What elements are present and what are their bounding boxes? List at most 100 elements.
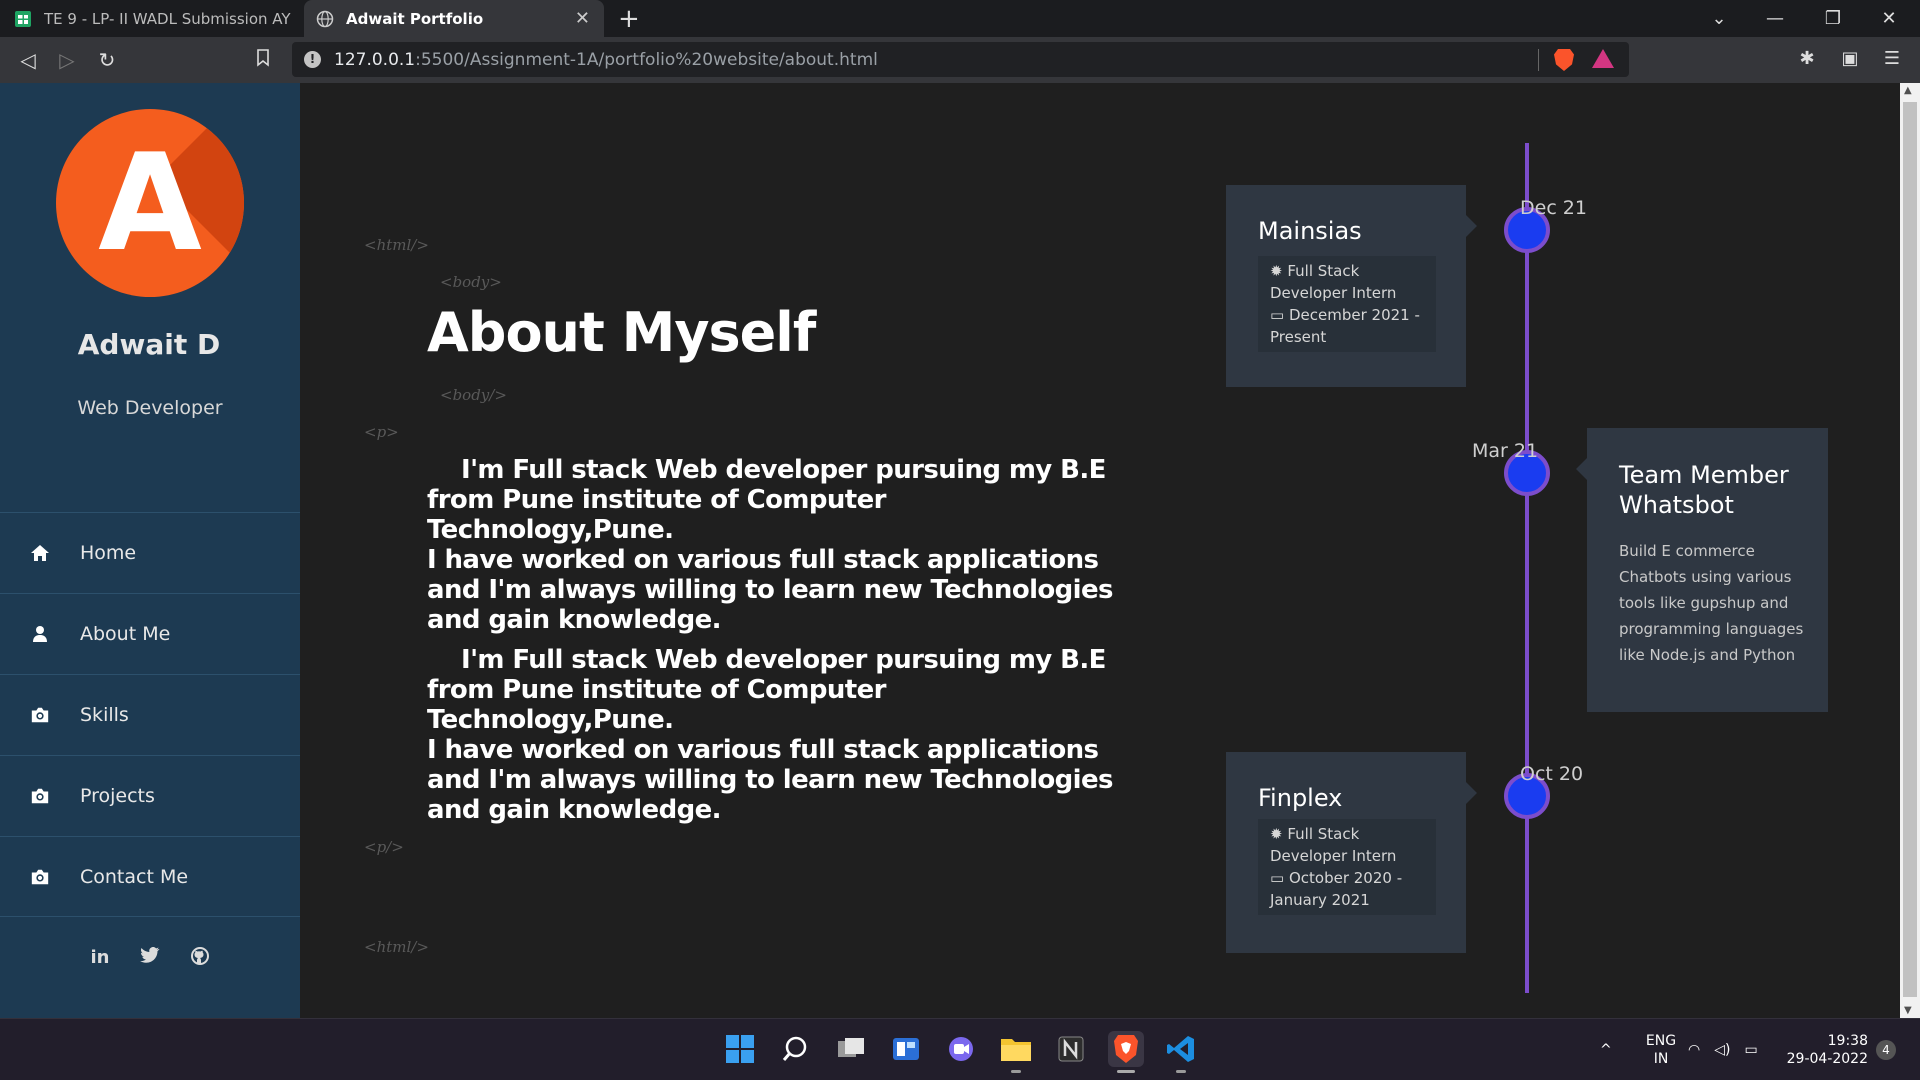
system-tray-icons[interactable]: ◠ ◁) ▭ [1688,1019,1758,1080]
reload-icon[interactable]: ↻ [94,47,120,73]
tab-close-icon[interactable]: ✕ [575,8,590,29]
search-icon[interactable] [777,1031,813,1067]
camera-icon [30,705,50,725]
job-period: October 2020 - January 2021 [1270,869,1403,909]
camera-icon [30,786,50,806]
paragraph-line: I have worked on various full stack appl… [427,735,1113,825]
battery-icon: ▭ [1744,1042,1758,1058]
sidebar-item-label: Skills [80,704,129,726]
job-role: Full Stack Developer Intern [1270,825,1397,865]
omnibox-divider [1538,49,1539,71]
sidebar: A Adwait D Web Developer Home About Me S… [0,83,300,1018]
brave-browser-icon[interactable] [1108,1031,1144,1073]
tab-label: Adwait Portfolio [346,9,484,28]
job-role: Full Stack Developer Intern [1270,262,1397,302]
notification-badge[interactable]: 4 [1876,1019,1896,1080]
close-window-icon[interactable]: ✕ [1866,0,1912,37]
sidebar-item-home[interactable]: Home [0,512,300,593]
html-close-tag: <html/> [364,938,429,956]
browser-toolbar: ◁ ▷ ↻ ! 127.0.0.1:5500/Assignment-1A/por… [0,37,1920,83]
sidebar-item-label: Contact Me [80,865,189,888]
task-view-icon[interactable] [833,1031,869,1067]
google-sheets-icon [15,10,31,27]
wallet-icon[interactable]: ▣ [1838,47,1862,71]
sidebar-item-label: About Me [80,623,171,645]
tab-sheets[interactable]: TE 9 - LP- II WADL Submission AY 21-2 [0,0,304,37]
social-links: in [0,947,300,970]
profile-role: Web Developer [77,397,223,419]
scrollbar-thumb[interactable] [1903,102,1917,997]
job-period: December 2021 - Present [1270,306,1420,346]
extensions-icon[interactable]: ✱ [1795,47,1819,71]
clock-date: 29-04-2022 [1786,1051,1868,1067]
brave-rewards-icon[interactable] [1592,49,1614,68]
gear-icon: ✹ [1270,262,1283,280]
timeline-card-title: Finplex [1258,784,1343,812]
widgets-icon[interactable] [888,1031,924,1067]
paragraph-line: I'm Full stack Web developer pursuing my… [427,645,1106,735]
clock-time: 19:38 [1827,1033,1868,1049]
timeline-card: Mainsias ✹ Full Stack Developer Intern ▭… [1226,185,1477,387]
sidebar-item-about-me[interactable]: About Me [0,593,300,674]
home-icon [30,543,50,563]
page-scrollbar[interactable]: ▲ ▼ [1900,83,1920,1018]
brave-shield-icon[interactable] [1554,49,1574,71]
timeline-line [1525,143,1529,993]
user-icon [30,624,50,644]
logo-avatar: A [56,109,244,297]
forward-icon[interactable]: ▷ [54,47,80,73]
tab-label: TE 9 - LP- II WADL Submission AY 21-2 [44,9,294,28]
menu-icon[interactable]: ☰ [1880,47,1904,71]
sidebar-item-label: Projects [80,785,155,807]
file-explorer-icon[interactable] [998,1031,1034,1073]
tray-overflow-icon[interactable]: ^ [1600,1019,1612,1080]
timeline-date: Dec 21 [1520,197,1587,219]
paragraph-line: I'm Full stack Web developer pursuing my… [427,455,1106,545]
twitter-icon[interactable] [139,947,161,970]
scroll-down-icon[interactable]: ▼ [1904,1005,1912,1016]
sidebar-item-contact-me[interactable]: Contact Me [0,836,300,917]
url-text[interactable]: 127.0.0.1:5500/Assignment-1A/portfolio%2… [334,50,878,70]
minimize-icon[interactable]: — [1752,0,1798,37]
gear-icon: ✹ [1270,825,1283,843]
address-bar[interactable]: ! 127.0.0.1:5500/Assignment-1A/portfolio… [292,42,1629,77]
notion-icon[interactable] [1053,1031,1089,1067]
vscode-icon[interactable] [1163,1031,1199,1073]
teams-chat-icon[interactable] [943,1031,979,1067]
profile-name: Adwait D [77,328,221,361]
bookmark-icon[interactable] [250,47,276,73]
body-open-tag: <body> [440,273,502,291]
about-paragraph: I'm Full stack Web developer pursuing my… [427,645,1127,825]
camera-icon [30,867,50,887]
p-close-tag: <p/> [364,838,404,856]
new-tab-icon[interactable]: + [618,4,640,34]
region-code: IN [1653,1051,1669,1067]
globe-icon [316,10,334,27]
windows-start-icon[interactable] [722,1031,758,1067]
github-icon[interactable] [189,947,211,970]
calendar-icon: ▭ [1270,306,1285,324]
language-indicator[interactable]: ENG IN [1636,1019,1686,1080]
timeline-card-text: Build E commerce Chatbots using various … [1619,542,1804,664]
language-code: ENG [1645,1033,1677,1049]
tab-adwait-portfolio[interactable]: Adwait Portfolio ✕ [304,0,604,37]
tab-search-chevron-icon[interactable]: ⌄ [1696,0,1742,37]
site-info-icon[interactable]: ! [304,51,321,68]
back-icon[interactable]: ◁ [15,47,41,73]
wifi-icon: ◠ [1688,1042,1701,1058]
restore-icon[interactable]: ❐ [1810,0,1856,37]
timeline-date: Mar 21 [1472,440,1539,462]
logo-letter: A [98,125,202,281]
page-title: About Myself [427,301,816,364]
calendar-icon: ▭ [1270,869,1285,887]
timeline-card-details: ✹ Full Stack Developer Intern ▭ December… [1258,256,1436,352]
volume-icon: ◁) [1714,1042,1731,1058]
timeline-card: Finplex ✹ Full Stack Developer Intern ▭ … [1226,752,1477,953]
page-viewport: A Adwait D Web Developer Home About Me S… [0,83,1920,1018]
sidebar-item-skills[interactable]: Skills [0,674,300,755]
timeline-card-title: Mainsias [1258,217,1362,245]
linkedin-icon[interactable]: in [89,947,111,970]
clock[interactable]: 19:38 29-04-2022 [1786,1019,1868,1080]
sidebar-item-projects[interactable]: Projects [0,755,300,836]
scroll-up-icon[interactable]: ▲ [1904,85,1912,96]
